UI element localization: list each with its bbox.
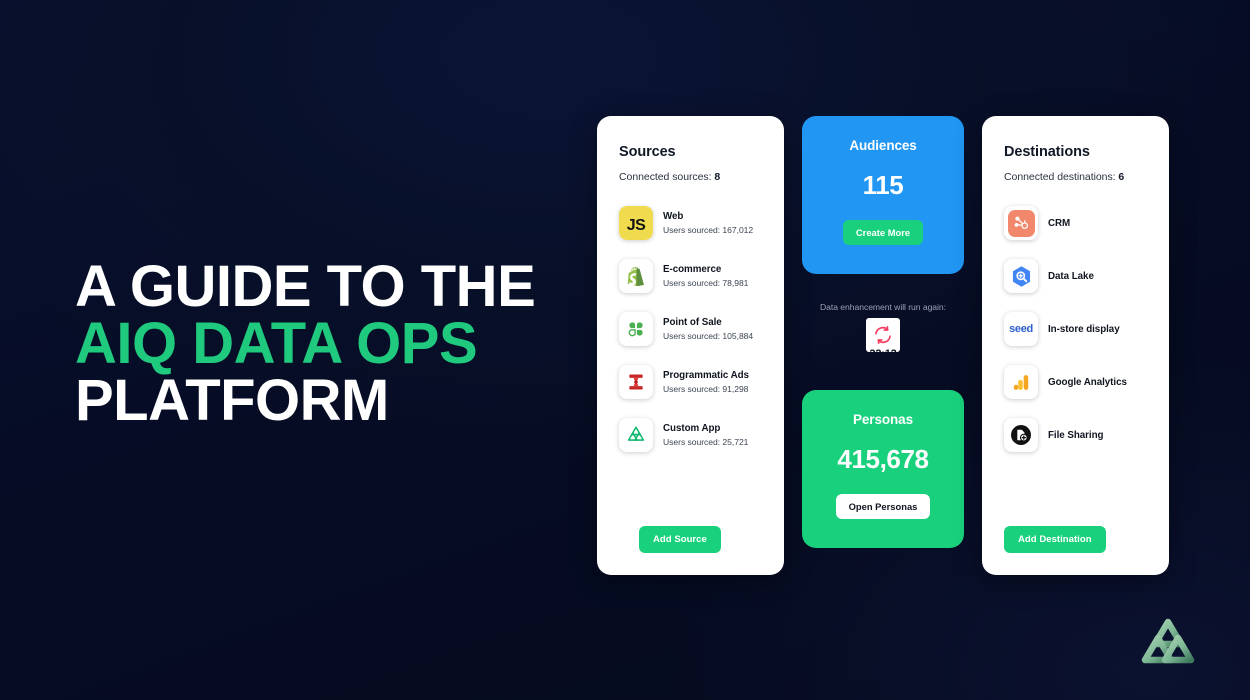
sources-card: Sources Connected sources: 8 JS Web User… — [597, 116, 784, 575]
sources-connected-count: Connected sources: 8 — [619, 171, 764, 183]
list-item[interactable]: File Sharing — [1004, 413, 1149, 457]
list-item[interactable]: E-commerce Users sourced: 78,981 — [619, 254, 764, 298]
box-file-icon — [1004, 418, 1038, 452]
add-destination-button[interactable]: Add Destination — [1004, 526, 1106, 553]
list-item[interactable]: JS Web Users sourced: 167,012 — [619, 201, 764, 245]
destinations-list: CRM Data Lake seed In-store display Goog… — [1004, 201, 1149, 457]
add-source-button[interactable]: Add Source — [639, 526, 721, 553]
adobe-ads-icon — [619, 365, 653, 399]
destinations-connected-value: 6 — [1118, 171, 1125, 183]
source-name: E-commerce — [663, 264, 722, 275]
headline-line-2: AIQ DATA OPS — [75, 311, 478, 376]
audiences-label: Audiences — [849, 138, 917, 153]
shopify-icon — [619, 259, 653, 293]
sources-connected-label: Connected sources: — [619, 171, 715, 183]
enhancement-timer: 22:12 — [869, 348, 897, 360]
source-meta: Users sourced: 25,721 — [663, 437, 749, 447]
list-item[interactable]: CRM — [1004, 201, 1149, 245]
destinations-title: Destinations — [1004, 144, 1090, 160]
dashboard-panel: Sources Connected sources: 8 JS Web User… — [597, 116, 1169, 575]
personas-value: 415,678 — [837, 444, 929, 474]
valknut-icon — [619, 418, 653, 452]
bigquery-icon — [1004, 259, 1038, 293]
sources-title: Sources — [619, 144, 676, 160]
headline-line-1: A GUIDE TO THE — [75, 254, 536, 319]
destination-name: File Sharing — [1048, 429, 1104, 441]
sources-list: JS Web Users sourced: 167,012 E-commerce… — [619, 201, 764, 457]
sources-column: Sources Connected sources: 8 JS Web User… — [597, 116, 784, 575]
sources-footer: Add Source — [619, 510, 764, 553]
destination-name: Google Analytics — [1048, 376, 1127, 388]
page-title: A GUIDE TO THE AIQ DATA OPS PLATFORM — [75, 254, 595, 433]
personas-card: Personas 415,678 Open Personas — [802, 390, 964, 548]
destination-name: Data Lake — [1048, 270, 1094, 282]
source-name: Point of Sale — [663, 317, 722, 328]
source-name: Web — [663, 211, 684, 222]
google-analytics-icon — [1004, 365, 1038, 399]
destinations-footer: Add Destination — [1004, 510, 1149, 553]
middle-column: Audiences 115 Create More Data enhanceme… — [802, 116, 964, 548]
destination-name: CRM — [1048, 217, 1071, 229]
source-meta: Users sourced: 91,298 — [663, 384, 749, 394]
hubspot-icon — [1004, 206, 1038, 240]
create-more-button[interactable]: Create More — [842, 220, 924, 245]
seed-icon: seed — [1004, 312, 1038, 346]
destination-name: In-store display — [1048, 323, 1120, 335]
slide-canvas: A GUIDE TO THE AIQ DATA OPS PLATFORM Sou… — [0, 0, 1250, 700]
destinations-card: Destinations Connected destinations: 6 C… — [982, 116, 1169, 575]
javascript-icon: JS — [619, 206, 653, 240]
source-meta: Users sourced: 105,884 — [663, 331, 754, 341]
audiences-card: Audiences 115 Create More — [802, 116, 964, 274]
refresh-icon — [866, 318, 900, 352]
enhancement-text: Data enhancement will run again: — [820, 302, 946, 312]
source-name: Programmatic Ads — [663, 370, 749, 381]
list-item[interactable]: Data Lake — [1004, 254, 1149, 298]
clover-icon — [619, 312, 653, 346]
personas-label: Personas — [853, 412, 913, 427]
destinations-column: Destinations Connected destinations: 6 C… — [982, 116, 1169, 575]
sources-connected-value: 8 — [714, 171, 721, 183]
audiences-value: 115 — [862, 170, 904, 200]
headline-line-3: PLATFORM — [75, 368, 389, 433]
list-item[interactable]: Programmatic Ads Users sourced: 91,298 — [619, 360, 764, 404]
source-name: Custom App — [663, 423, 721, 434]
list-item[interactable]: Point of Sale Users sourced: 105,884 — [619, 307, 764, 351]
open-personas-button[interactable]: Open Personas — [835, 494, 931, 519]
source-meta: Users sourced: 167,012 — [663, 225, 754, 235]
destinations-connected-label: Connected destinations: — [1004, 171, 1119, 183]
list-item[interactable]: seed In-store display — [1004, 307, 1149, 351]
list-item[interactable]: Google Analytics — [1004, 360, 1149, 404]
destinations-connected-count: Connected destinations: 6 — [1004, 171, 1149, 183]
source-meta: Users sourced: 78,981 — [663, 278, 749, 288]
data-enhancement-status: Data enhancement will run again: 22:12 — [802, 302, 964, 360]
list-item[interactable]: Custom App Users sourced: 25,721 — [619, 413, 764, 457]
valknut-logo — [1135, 615, 1201, 677]
